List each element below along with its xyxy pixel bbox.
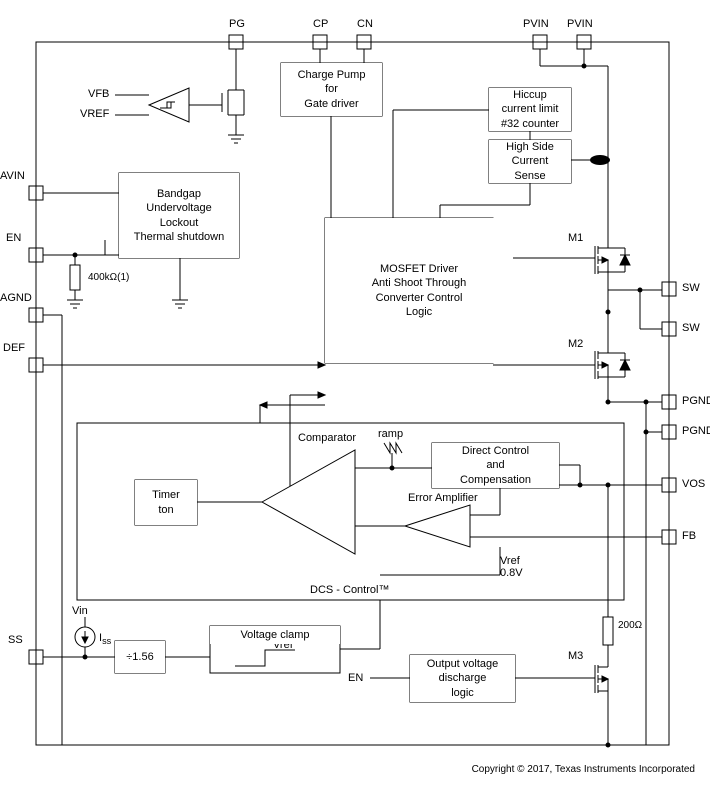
divider-block: ÷1.56	[115, 641, 165, 673]
iss-label: Iss	[99, 632, 111, 646]
vref-label: VREF	[80, 108, 109, 120]
vin-label: Vin	[72, 605, 88, 617]
pin-sw1-label: SW	[682, 282, 700, 294]
pin-pvin1-label: PVIN	[523, 18, 549, 30]
high-side-block: High SideCurrentSense	[489, 140, 571, 183]
pin-pg-label: PG	[229, 18, 245, 30]
pin-ss-label: SS	[8, 634, 23, 646]
charge-pump-block: Charge PumpforGate driver	[281, 63, 382, 116]
pin-sw2-label: SW	[682, 322, 700, 334]
direct-control-block: Direct ControlandCompensation	[432, 443, 559, 488]
hiccup-block: Hiccupcurrent limit#32 counter	[489, 88, 571, 131]
pin-cn-label: CN	[357, 18, 373, 30]
en-out-label: EN	[348, 672, 363, 684]
pin-pgnd2-label: PGND	[682, 425, 710, 437]
m2-label: M2	[568, 338, 583, 350]
vfb-label: VFB	[88, 88, 109, 100]
pin-fb-label: FB	[682, 530, 696, 542]
m1-label: M1	[568, 232, 583, 244]
pin-agnd-label: AGND	[0, 292, 32, 304]
comparator-label: Comparator	[298, 432, 356, 444]
pin-en-label: EN	[6, 232, 21, 244]
copyright-text: Copyright © 2017, Texas Instruments Inco…	[472, 764, 695, 775]
pin-avin-label: AVIN	[0, 170, 25, 182]
pin-def-label: DEF	[3, 342, 25, 354]
pin-pgnd1-label: PGND	[682, 395, 710, 407]
bandgap-block: BandgapUndervoltageLockoutThermal shutdo…	[119, 173, 239, 258]
m3-label: M3	[568, 650, 583, 662]
resistor-200-label: 200Ω	[618, 620, 642, 631]
block-diagram: Vref	[0, 0, 710, 785]
mosfet-driver-block: MOSFET DriverAnti Shoot ThroughConverter…	[325, 218, 513, 363]
pin-cp-label: CP	[313, 18, 328, 30]
output-discharge-block: Output voltagedischargelogic	[410, 655, 515, 702]
error-amp-label: Error Amplifier	[408, 492, 478, 504]
voltage-clamp-block: Voltage clamp	[210, 626, 340, 644]
pin-vos-label: VOS	[682, 478, 705, 490]
dcs-control-label: DCS - Control™	[310, 584, 389, 596]
ramp-label: ramp	[378, 428, 403, 440]
timer-block: Timerton	[135, 480, 197, 525]
resistor-400k-label: 400kΩ(1)	[88, 272, 129, 283]
vref-08-label: Vref0.8V	[500, 555, 523, 579]
pin-pvin2-label: PVIN	[567, 18, 593, 30]
